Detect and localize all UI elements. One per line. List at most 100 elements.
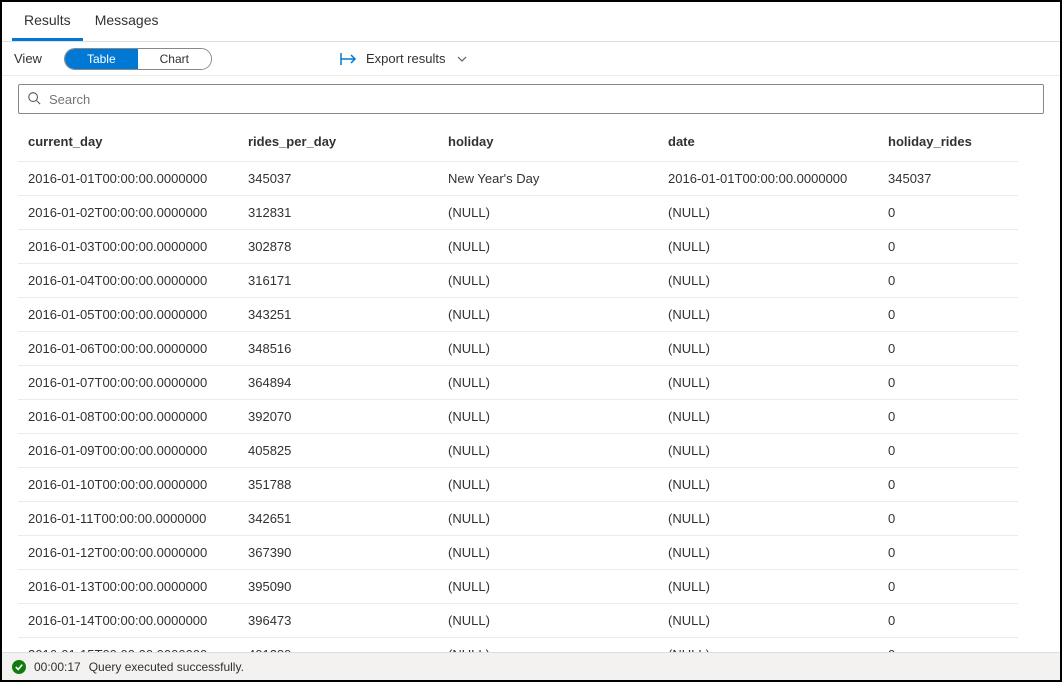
top-tab-bar: Results Messages bbox=[2, 2, 1060, 42]
table-cell[interactable]: 345037 bbox=[238, 162, 438, 196]
table-cell[interactable]: 0 bbox=[878, 230, 1018, 264]
table-cell[interactable]: 0 bbox=[878, 332, 1018, 366]
status-message: Query executed successfully. bbox=[89, 660, 244, 674]
table-cell[interactable]: 2016-01-01T00:00:00.0000000 bbox=[18, 162, 238, 196]
column-header-holiday[interactable]: holiday bbox=[438, 120, 658, 162]
table-cell[interactable]: (NULL) bbox=[438, 536, 658, 570]
table-cell[interactable]: 343251 bbox=[238, 298, 438, 332]
export-icon bbox=[340, 52, 358, 66]
table-cell[interactable]: 0 bbox=[878, 298, 1018, 332]
column-header-current_day[interactable]: current_day bbox=[18, 120, 238, 162]
table-cell[interactable]: 2016-01-10T00:00:00.0000000 bbox=[18, 468, 238, 502]
table-cell[interactable]: New Year's Day bbox=[438, 162, 658, 196]
table-cell[interactable]: (NULL) bbox=[438, 366, 658, 400]
search-row bbox=[2, 76, 1060, 120]
table-cell[interactable]: 2016-01-03T00:00:00.0000000 bbox=[18, 230, 238, 264]
table-cell[interactable]: (NULL) bbox=[658, 366, 878, 400]
table-cell[interactable]: (NULL) bbox=[658, 332, 878, 366]
status-time: 00:00:17 bbox=[34, 660, 81, 674]
table-cell[interactable]: 2016-01-08T00:00:00.0000000 bbox=[18, 400, 238, 434]
table-cell[interactable]: 0 bbox=[878, 366, 1018, 400]
table-cell[interactable]: 316171 bbox=[238, 264, 438, 298]
table-cell[interactable]: 2016-01-09T00:00:00.0000000 bbox=[18, 434, 238, 468]
table-cell[interactable]: 312831 bbox=[238, 196, 438, 230]
table-cell[interactable]: (NULL) bbox=[658, 468, 878, 502]
table-cell[interactable]: 345037 bbox=[878, 162, 1018, 196]
results-table: current_dayrides_per_dayholidaydateholid… bbox=[18, 120, 1044, 652]
table-cell[interactable]: 0 bbox=[878, 434, 1018, 468]
table-cell[interactable]: (NULL) bbox=[438, 638, 658, 652]
table-cell[interactable]: 0 bbox=[878, 468, 1018, 502]
table-cell[interactable]: 351788 bbox=[238, 468, 438, 502]
search-input[interactable] bbox=[47, 91, 1035, 108]
table-cell[interactable]: 0 bbox=[878, 196, 1018, 230]
table-cell[interactable]: 2016-01-01T00:00:00.0000000 bbox=[658, 162, 878, 196]
table-cell[interactable]: (NULL) bbox=[438, 604, 658, 638]
table-cell[interactable]: 0 bbox=[878, 570, 1018, 604]
table-cell[interactable]: 0 bbox=[878, 264, 1018, 298]
table-cell[interactable]: 2016-01-06T00:00:00.0000000 bbox=[18, 332, 238, 366]
table-cell[interactable]: 2016-01-12T00:00:00.0000000 bbox=[18, 536, 238, 570]
table-cell[interactable]: (NULL) bbox=[438, 400, 658, 434]
table-cell[interactable]: 342651 bbox=[238, 502, 438, 536]
export-results-button[interactable]: Export results bbox=[340, 51, 467, 66]
table-cell[interactable]: (NULL) bbox=[438, 332, 658, 366]
table-cell[interactable]: 348516 bbox=[238, 332, 438, 366]
table-cell[interactable]: 2016-01-14T00:00:00.0000000 bbox=[18, 604, 238, 638]
tab-results[interactable]: Results bbox=[12, 4, 83, 41]
table-cell[interactable]: 2016-01-11T00:00:00.0000000 bbox=[18, 502, 238, 536]
table-cell[interactable]: 2016-01-07T00:00:00.0000000 bbox=[18, 366, 238, 400]
table-cell[interactable]: 302878 bbox=[238, 230, 438, 264]
view-toggle-chart[interactable]: Chart bbox=[138, 49, 211, 69]
table-cell[interactable]: (NULL) bbox=[438, 434, 658, 468]
table-cell[interactable]: (NULL) bbox=[438, 468, 658, 502]
table-cell[interactable]: 2016-01-02T00:00:00.0000000 bbox=[18, 196, 238, 230]
table-cell[interactable]: 0 bbox=[878, 536, 1018, 570]
table-cell[interactable]: (NULL) bbox=[438, 502, 658, 536]
table-cell[interactable]: 0 bbox=[878, 502, 1018, 536]
table-cell[interactable]: (NULL) bbox=[658, 434, 878, 468]
table-cell[interactable]: 405825 bbox=[238, 434, 438, 468]
table-cell[interactable]: (NULL) bbox=[658, 298, 878, 332]
table-cell[interactable]: (NULL) bbox=[438, 570, 658, 604]
status-bar: 00:00:17 Query executed successfully. bbox=[2, 652, 1060, 680]
table-cell[interactable]: (NULL) bbox=[438, 264, 658, 298]
toolbar: View Table Chart Export results bbox=[2, 42, 1060, 76]
table-cell[interactable]: 2016-01-05T00:00:00.0000000 bbox=[18, 298, 238, 332]
column-header-rides_per_day[interactable]: rides_per_day bbox=[238, 120, 438, 162]
column-header-date[interactable]: date bbox=[658, 120, 878, 162]
table-cell[interactable]: 396473 bbox=[238, 604, 438, 638]
table-cell[interactable]: (NULL) bbox=[658, 502, 878, 536]
column-header-holiday_rides[interactable]: holiday_rides bbox=[878, 120, 1018, 162]
results-table-scroll[interactable]: current_dayrides_per_dayholidaydateholid… bbox=[2, 120, 1060, 652]
table-cell[interactable]: 0 bbox=[878, 604, 1018, 638]
search-icon bbox=[27, 91, 41, 108]
view-label: View bbox=[14, 51, 42, 66]
table-cell[interactable]: 0 bbox=[878, 400, 1018, 434]
view-toggle-table[interactable]: Table bbox=[65, 49, 138, 69]
chevron-down-icon bbox=[457, 53, 467, 65]
table-cell[interactable]: (NULL) bbox=[658, 638, 878, 652]
table-cell[interactable]: 395090 bbox=[238, 570, 438, 604]
table-cell[interactable]: (NULL) bbox=[658, 570, 878, 604]
table-cell[interactable]: 367390 bbox=[238, 536, 438, 570]
table-cell[interactable]: (NULL) bbox=[658, 230, 878, 264]
table-cell[interactable]: 364894 bbox=[238, 366, 438, 400]
tab-messages[interactable]: Messages bbox=[83, 4, 171, 41]
table-cell[interactable]: (NULL) bbox=[438, 230, 658, 264]
view-toggle: Table Chart bbox=[64, 48, 212, 70]
table-cell[interactable]: (NULL) bbox=[658, 400, 878, 434]
table-cell[interactable]: (NULL) bbox=[438, 298, 658, 332]
table-cell[interactable]: 2016-01-13T00:00:00.0000000 bbox=[18, 570, 238, 604]
table-cell[interactable]: (NULL) bbox=[438, 196, 658, 230]
table-cell[interactable]: 401289 bbox=[238, 638, 438, 652]
table-cell[interactable]: (NULL) bbox=[658, 196, 878, 230]
table-cell[interactable]: (NULL) bbox=[658, 264, 878, 298]
search-box[interactable] bbox=[18, 84, 1044, 114]
table-cell[interactable]: 392070 bbox=[238, 400, 438, 434]
table-cell[interactable]: (NULL) bbox=[658, 536, 878, 570]
table-cell[interactable]: 0 bbox=[878, 638, 1018, 652]
table-cell[interactable]: 2016-01-15T00:00:00.0000000 bbox=[18, 638, 238, 652]
table-cell[interactable]: (NULL) bbox=[658, 604, 878, 638]
table-cell[interactable]: 2016-01-04T00:00:00.0000000 bbox=[18, 264, 238, 298]
